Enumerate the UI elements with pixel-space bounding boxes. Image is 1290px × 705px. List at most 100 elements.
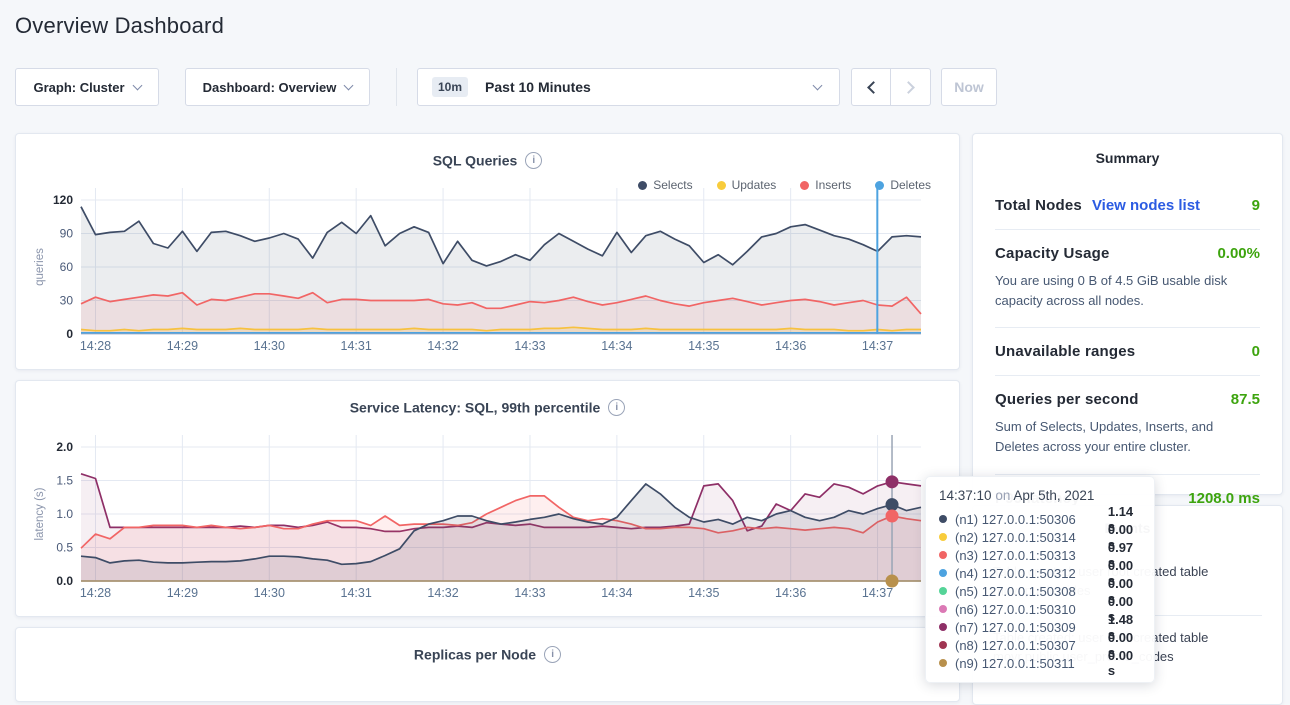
svg-text:120: 120 [53,193,73,207]
svg-text:14:33: 14:33 [514,339,545,353]
tooltip-node-label: (n6) 127.0.0.1:50310 [955,602,1100,617]
svg-text:queries: queries [34,248,46,286]
tooltip-date: Apr 5th, 2021 [1013,488,1094,503]
time-pager [851,68,931,106]
chart-hover-tooltip: 14:37:10 on Apr 5th, 2021 (n1) 127.0.0.1… [925,476,1155,683]
svg-text:14:36: 14:36 [775,339,806,353]
summary-title: Summary [995,150,1260,166]
svg-text:90: 90 [60,227,74,241]
capacity-usage-value: 0.00% [1217,245,1260,262]
svg-text:14:36: 14:36 [775,586,806,600]
tooltip-row: (n9) 127.0.0.1:503110.00 s [939,654,1141,672]
divider [995,375,1260,376]
svg-text:14:30: 14:30 [254,586,285,600]
svg-text:0.0: 0.0 [56,574,73,588]
tooltip-node-label: (n9) 127.0.0.1:50311 [955,656,1100,671]
controls-divider [396,68,397,106]
chevron-down-icon [132,80,142,90]
capacity-usage-label: Capacity Usage [995,245,1110,262]
tooltip-node-label: (n3) 127.0.0.1:50313 [955,548,1100,563]
summary-row-qps: Queries per second 87.5 [995,382,1260,417]
tooltip-node-label: (n2) 127.0.0.1:50314 [955,530,1100,545]
svg-text:14:29: 14:29 [167,339,198,353]
summary-row-capacity: Capacity Usage 0.00% [995,236,1260,271]
time-range-label: Past 10 Minutes [485,79,591,95]
summary-row-unavailable: Unavailable ranges 0 [995,334,1260,369]
total-nodes-value: 9 [1252,197,1260,214]
tooltip-node-label: (n4) 127.0.0.1:50312 [955,566,1100,581]
svg-text:14:31: 14:31 [341,339,372,353]
sql-queries-panel: SQL Queriesi SelectsUpdatesInsertsDelete… [15,133,960,370]
svg-text:0.5: 0.5 [56,541,73,555]
now-button-label: Now [954,79,984,95]
svg-text:1.0: 1.0 [56,507,73,521]
time-range-dropdown[interactable]: 10m Past 10 Minutes [417,68,840,106]
tooltip-rows: (n1) 127.0.0.1:503061.14 s(n2) 127.0.0.1… [939,510,1141,672]
qps-desc: Sum of Selects, Updates, Inserts, and De… [995,417,1260,467]
latency-panel: Service Latency: SQL, 99th percentilei 0… [15,380,960,617]
svg-text:2.0: 2.0 [56,440,73,454]
time-range-badge: 10m [432,77,468,97]
tooltip-conj: on [995,488,1010,503]
info-icon[interactable]: i [544,646,561,663]
series-dot-icon [939,659,947,667]
series-dot-icon [939,641,947,649]
divider [995,327,1260,328]
replicas-title-text: Replicas per Node [414,646,536,662]
svg-text:14:37: 14:37 [862,339,893,353]
series-dot-icon [939,587,947,595]
summary-row-total-nodes: Total Nodes View nodes list 9 [995,188,1260,223]
summary-panel: Summary Total Nodes View nodes list 9 Ca… [972,133,1283,495]
unavailable-ranges-label: Unavailable ranges [995,343,1135,360]
replicas-title: Replicas per Node i [16,645,959,663]
graph-dropdown[interactable]: Graph: Cluster [15,68,159,106]
sql-queries-chart[interactable]: 030609012014:2814:2914:3014:3114:3214:33… [16,134,961,371]
svg-text:14:30: 14:30 [254,339,285,353]
graph-dropdown-label: Graph: Cluster [33,80,124,95]
tooltip-timestamp: 14:37:10 on Apr 5th, 2021 [939,488,1141,503]
svg-text:14:37: 14:37 [862,586,893,600]
chevron-down-icon [344,80,354,90]
series-dot-icon [939,569,947,577]
p99-latency-value: 1208.0 ms [1188,490,1260,507]
divider [995,229,1260,230]
svg-text:latency (s): latency (s) [34,487,46,540]
tooltip-node-label: (n5) 127.0.0.1:50308 [955,584,1100,599]
dashboard-dropdown-label: Dashboard: Overview [203,80,337,95]
page-title: Overview Dashboard [15,13,224,39]
series-dot-icon [939,605,947,613]
svg-text:14:31: 14:31 [341,586,372,600]
svg-text:14:28: 14:28 [80,339,111,353]
series-dot-icon [939,623,947,631]
dashboard-dropdown[interactable]: Dashboard: Overview [185,68,370,106]
tooltip-node-label: (n1) 127.0.0.1:50306 [955,512,1100,527]
total-nodes-label: Total Nodes [995,197,1082,214]
tooltip-node-label: (n8) 127.0.0.1:50307 [955,638,1100,653]
svg-text:14:35: 14:35 [688,339,719,353]
time-prev-button[interactable] [851,68,891,106]
view-nodes-list-link[interactable]: View nodes list [1092,197,1200,214]
now-button[interactable]: Now [941,68,997,106]
svg-text:14:33: 14:33 [514,586,545,600]
tooltip-time: 14:37:10 [939,488,992,503]
series-dot-icon [939,533,947,541]
time-next-button[interactable] [891,68,931,106]
series-dot-icon [939,515,947,523]
svg-text:30: 30 [60,294,74,308]
svg-text:14:32: 14:32 [427,586,458,600]
tooltip-node-label: (n7) 127.0.0.1:50309 [955,620,1100,635]
series-dot-icon [939,551,947,559]
svg-text:14:29: 14:29 [167,586,198,600]
svg-text:60: 60 [60,260,74,274]
svg-text:14:34: 14:34 [601,586,632,600]
latency-chart[interactable]: 0.0 0.5 1.0 1.5 2.0 14:28 14:29 14:30 14:31 14:32… [16,381,961,618]
svg-text:0: 0 [66,327,73,341]
replicas-panel: Replicas per Node i [15,627,960,702]
tooltip-node-value: 0.00 s [1108,648,1141,678]
svg-text:1.5: 1.5 [56,474,73,488]
chevron-left-icon [867,81,880,94]
svg-text:14:34: 14:34 [601,339,632,353]
chevron-down-icon [813,80,823,90]
svg-text:14:28: 14:28 [80,586,111,600]
svg-text:14:35: 14:35 [688,586,719,600]
